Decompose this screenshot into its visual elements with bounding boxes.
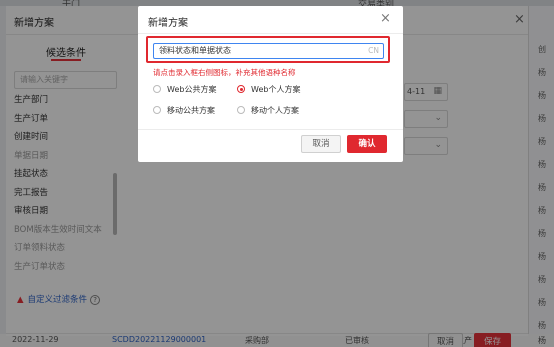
radio-web-personal[interactable]: Web个人方案 (237, 84, 300, 95)
scheme-name-value: 领料状态和单据状态 (159, 46, 231, 55)
radio-icon (153, 106, 161, 114)
radio-web-public[interactable]: Web公共方案 (153, 84, 216, 95)
radio-label: 移动公共方案 (167, 106, 215, 115)
modal-title: 新增方案 (148, 18, 188, 29)
radio-checked-icon (237, 85, 245, 93)
radio-icon (237, 106, 245, 114)
divider (138, 129, 403, 130)
divider (138, 33, 403, 34)
scheme-name-input[interactable]: 领料状态和单据状态 CN (153, 43, 384, 59)
radio-mobile-personal[interactable]: 移动个人方案 (237, 105, 299, 116)
modal-cancel-button[interactable]: 取消 (301, 135, 341, 153)
modal-confirm-button[interactable]: 确认 (347, 135, 387, 153)
language-icon[interactable]: CN (368, 44, 379, 58)
radio-mobile-public[interactable]: 移动公共方案 (153, 105, 215, 116)
validation-error: 请点击录入框右侧图标，补充其他语种名称 (153, 68, 296, 77)
modal-close-icon[interactable]: × (380, 11, 391, 26)
radio-label: 移动个人方案 (251, 106, 299, 115)
new-scheme-modal: 新增方案 × 领料状态和单据状态 CN 请点击录入框右侧图标，补充其他语种名称 … (138, 6, 403, 162)
radio-icon (153, 85, 161, 93)
radio-label: Web个人方案 (251, 85, 301, 94)
radio-label: Web公共方案 (167, 85, 217, 94)
